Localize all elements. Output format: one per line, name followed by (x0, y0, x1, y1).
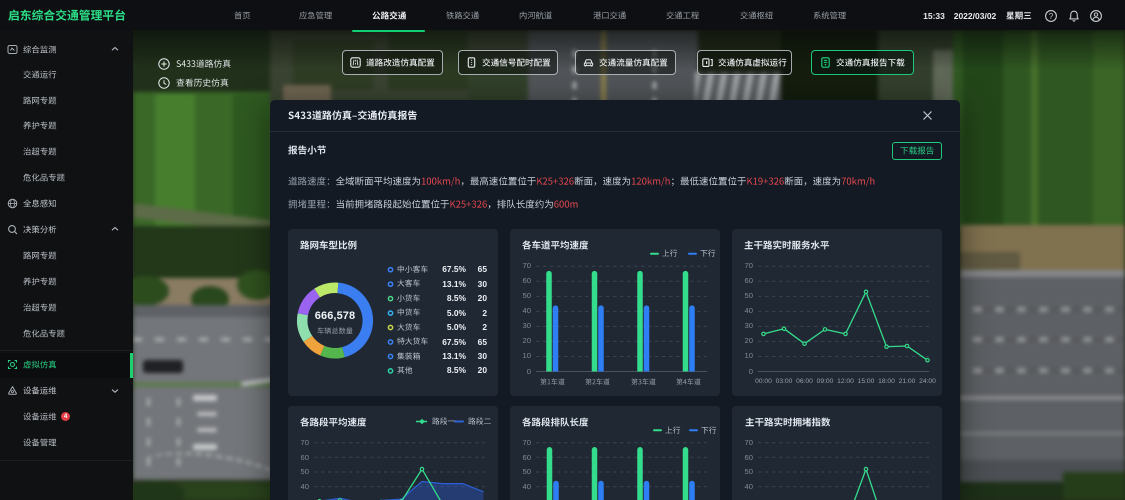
svg-text:?: ? (1049, 12, 1054, 21)
